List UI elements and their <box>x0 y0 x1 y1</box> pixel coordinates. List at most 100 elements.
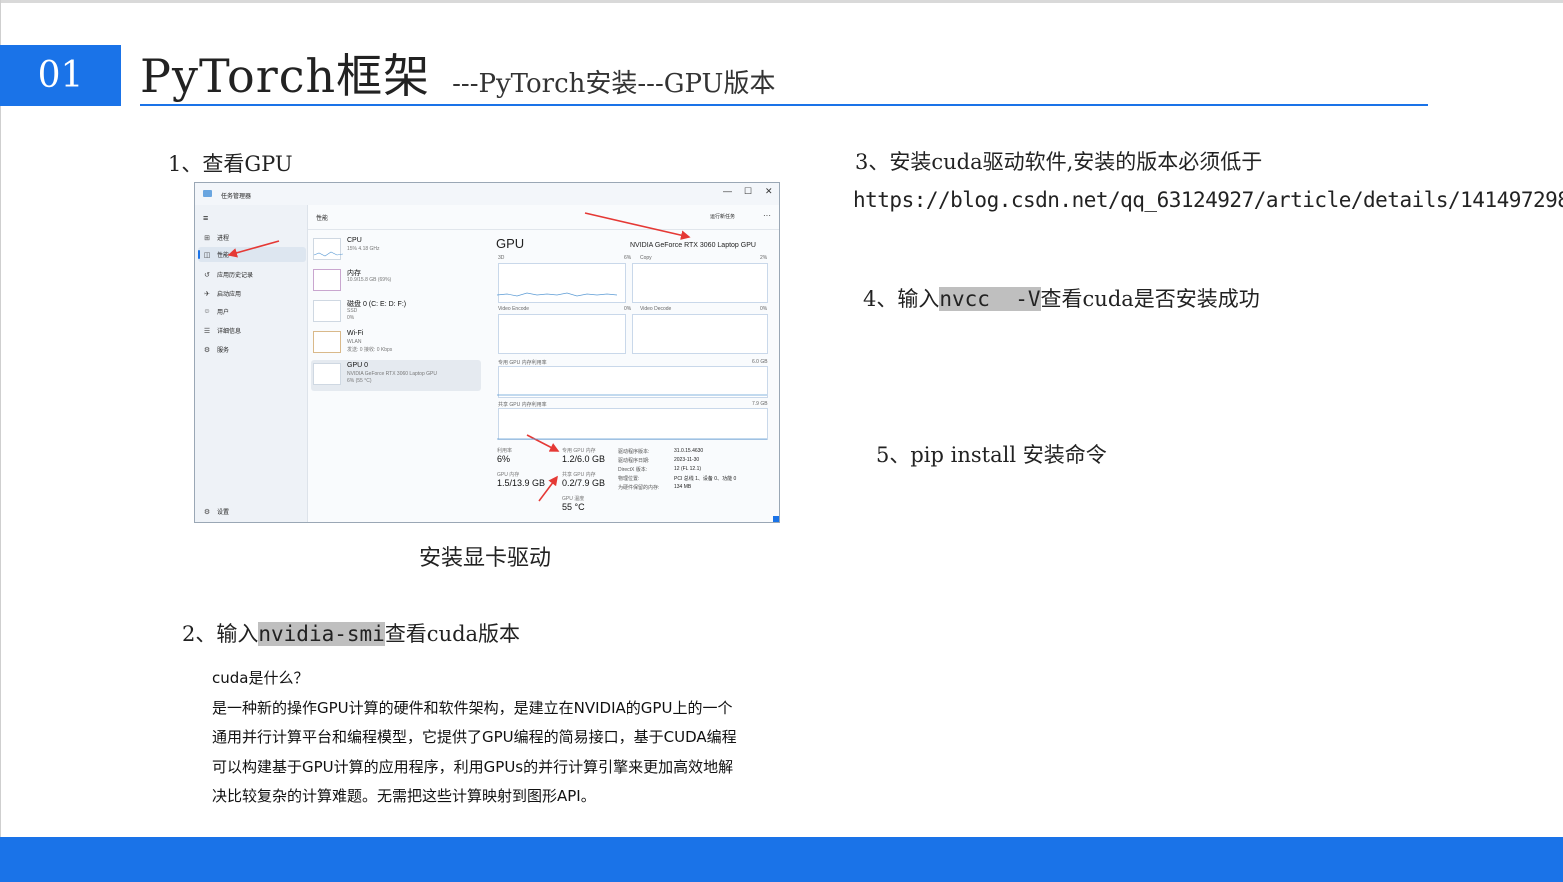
history-icon: ↺ <box>204 271 210 279</box>
step-4-prefix: 4、输入 <box>863 287 940 311</box>
resource-sub: WLAN <box>347 339 362 345</box>
sidebar-item-label: 性能 <box>217 253 230 259</box>
task-manager-screenshot: 任务管理器 — ☐ ✕ ≡ ⊞ 进程 ◫ 性能 ↺ 应用历史记录 ✈ 启动应用 … <box>194 182 780 523</box>
more-options-button[interactable]: ··· <box>763 211 771 220</box>
graph-label-encode: Video Encode <box>498 306 530 312</box>
info-value: 12 (FL 12.1) <box>674 466 702 472</box>
info-key: 驱动程序日期: <box>618 458 650 464</box>
stat-label-dedicated: 专用 GPU 内存 <box>562 448 596 454</box>
step-4-suffix: 查看cuda是否安装成功 <box>1040 287 1260 311</box>
stat-value-temperature: 55 °C <box>562 502 585 512</box>
sidebar-item-startup[interactable]: ✈ 启动应用 <box>203 289 242 299</box>
gpu-thumb-graph <box>313 363 341 385</box>
settings-gear-icon: ⚙ <box>203 508 211 516</box>
step-2-command: nvidia-smi <box>258 622 385 646</box>
description-line: 通用并行计算平台和编程模型，它提供了GPU编程的简易接口，基于CUDA编程 <box>212 728 737 746</box>
step-4-command: nvcc -V <box>939 287 1041 311</box>
resize-corner[interactable] <box>773 516 779 522</box>
slide-number: 01 <box>37 55 84 96</box>
info-key: 为硬件保留的内存: <box>618 485 660 491</box>
graph-pct-copy: 2% <box>760 255 768 261</box>
resource-wifi[interactable]: Wi-Fi WLAN 发送: 0 接收: 0 Kbps <box>311 328 481 359</box>
resource-sub2: 发送: 0 接收: 0 Kbps <box>347 347 393 353</box>
maximize-button[interactable]: ☐ <box>744 186 752 197</box>
sidebar-item-label: 服务 <box>217 348 230 354</box>
sidebar-item-label: 应用历史记录 <box>217 273 254 279</box>
info-value: 2023-11-30 <box>674 457 700 463</box>
info-value: PCI 总线 1、设备 0、功能 0 <box>674 476 737 482</box>
run-new-task-button[interactable]: 运行新任务 <box>710 213 735 220</box>
graph-shared-memory <box>498 408 768 440</box>
title-underline <box>140 104 1428 106</box>
graph-pct-3d: 6% <box>624 255 632 261</box>
graph-pct-encode: 0% <box>624 306 632 312</box>
resource-sub: NVIDIA GeForce RTX 3060 Laptop GPU <box>347 371 437 377</box>
memory-thumb-graph <box>313 269 341 291</box>
resource-name: Wi-Fi <box>347 330 364 337</box>
sidebar-item-users[interactable]: ☺ 用户 <box>203 307 229 316</box>
step-2-text: 2、输入nvidia-smi查看cuda版本 <box>182 618 520 648</box>
step-3-url[interactable]: https://blog.csdn.net/qq_63124927/articl… <box>853 188 1563 212</box>
sidebar-nav: ≡ ⊞ 进程 ◫ 性能 ↺ 应用历史记录 ✈ 启动应用 ☺ 用户 ☰ 详细信息 … <box>195 205 307 522</box>
screenshot-caption: 安装显卡驱动 <box>419 546 552 571</box>
resource-sub: 15% 4.18 GHz <box>347 246 380 252</box>
info-key: 驱动程序版本: <box>618 449 650 455</box>
left-border <box>0 0 1 882</box>
info-key: 物理位置: <box>618 476 640 482</box>
disk-thumb-graph <box>313 300 341 322</box>
resource-gpu0[interactable]: GPU 0 NVIDIA GeForce RTX 3060 Laptop GPU… <box>311 360 481 391</box>
hamburger-menu-icon[interactable]: ≡ <box>203 213 208 223</box>
window-titlebar: 任务管理器 — ☐ ✕ <box>195 183 779 205</box>
slide-number-badge: 01 <box>0 45 121 106</box>
stat-label-shared: 共享 GPU 内存 <box>562 472 596 478</box>
sidebar-item-settings[interactable]: ⚙ 设置 <box>203 507 230 517</box>
sidebar-item-label: 启动应用 <box>217 292 242 298</box>
close-button[interactable]: ✕ <box>765 186 773 197</box>
graph-label-3d: 3D <box>498 255 505 261</box>
sidebar-item-label: 设置 <box>217 510 230 516</box>
resource-sub2: 0% <box>347 315 355 321</box>
resource-name: GPU 0 <box>347 362 369 369</box>
resource-name: CPU <box>347 237 362 244</box>
graph-max-shared: 7.9 GB <box>752 401 768 407</box>
sidebar-item-app-history[interactable]: ↺ 应用历史记录 <box>203 270 254 280</box>
stat-value-shared: 0.2/7.9 GB <box>562 478 606 488</box>
stat-label-gpu-memory: GPU 内存 <box>497 472 520 478</box>
sidebar-item-services[interactable]: ⚙ 服务 <box>203 345 230 355</box>
step-2-suffix: 查看cuda版本 <box>384 622 521 646</box>
minimize-button[interactable]: — <box>723 186 732 196</box>
sidebar-item-performance[interactable]: ◫ 性能 <box>198 247 306 262</box>
sidebar-item-details[interactable]: ☰ 详细信息 <box>203 326 242 336</box>
resource-disk[interactable]: 磁盘 0 (C: E: D: F:) SSD 0% <box>311 297 481 328</box>
task-manager-icon <box>203 190 212 197</box>
graph-max-dedicated: 6.0 GB <box>752 359 768 365</box>
graph-copy <box>632 263 768 303</box>
bottom-bar <box>0 837 1563 882</box>
wifi-thumb-graph <box>313 331 341 353</box>
sidebar-item-processes[interactable]: ⊞ 进程 <box>203 233 229 243</box>
stat-value-gpu-memory: 1.5/13.9 GB <box>497 478 546 488</box>
graph-label-shared: 共享 GPU 内存利用率 <box>498 402 547 408</box>
gpu-model-name: NVIDIA GeForce RTX 3060 Laptop GPU <box>630 242 756 249</box>
step-2-prefix: 2、输入 <box>182 622 259 646</box>
graph-label-decode: Video Decode <box>640 306 672 312</box>
resource-memory[interactable]: 内存 10.9/15.8 GB (69%) <box>311 266 481 297</box>
graph-3d <box>498 263 626 303</box>
title-main: PyTorch框架 <box>140 49 431 103</box>
details-icon: ☰ <box>203 327 211 335</box>
graph-pct-decode: 0% <box>760 306 768 312</box>
graph-label-copy: Copy <box>640 255 652 261</box>
stat-label-utilization: 利用率 <box>497 448 513 454</box>
resource-sub: SSD <box>347 308 358 314</box>
step-4-text: 4、输入nvcc -V查看cuda是否安装成功 <box>863 283 1260 313</box>
stat-label-temperature: GPU 温度 <box>562 496 585 502</box>
gpu-heading: GPU <box>496 236 525 251</box>
graph-dedicated-memory <box>498 366 768 398</box>
graph-decode <box>632 314 768 354</box>
step-3-text: 3、安装cuda驱动软件,安装的版本必须低于 <box>855 150 1263 174</box>
header-divider <box>308 229 779 230</box>
stat-value-utilization: 6% <box>497 454 511 464</box>
sidebar-item-label: 详细信息 <box>217 329 242 335</box>
resource-cpu[interactable]: CPU 15% 4.18 GHz <box>311 235 481 266</box>
top-border <box>0 0 1563 3</box>
